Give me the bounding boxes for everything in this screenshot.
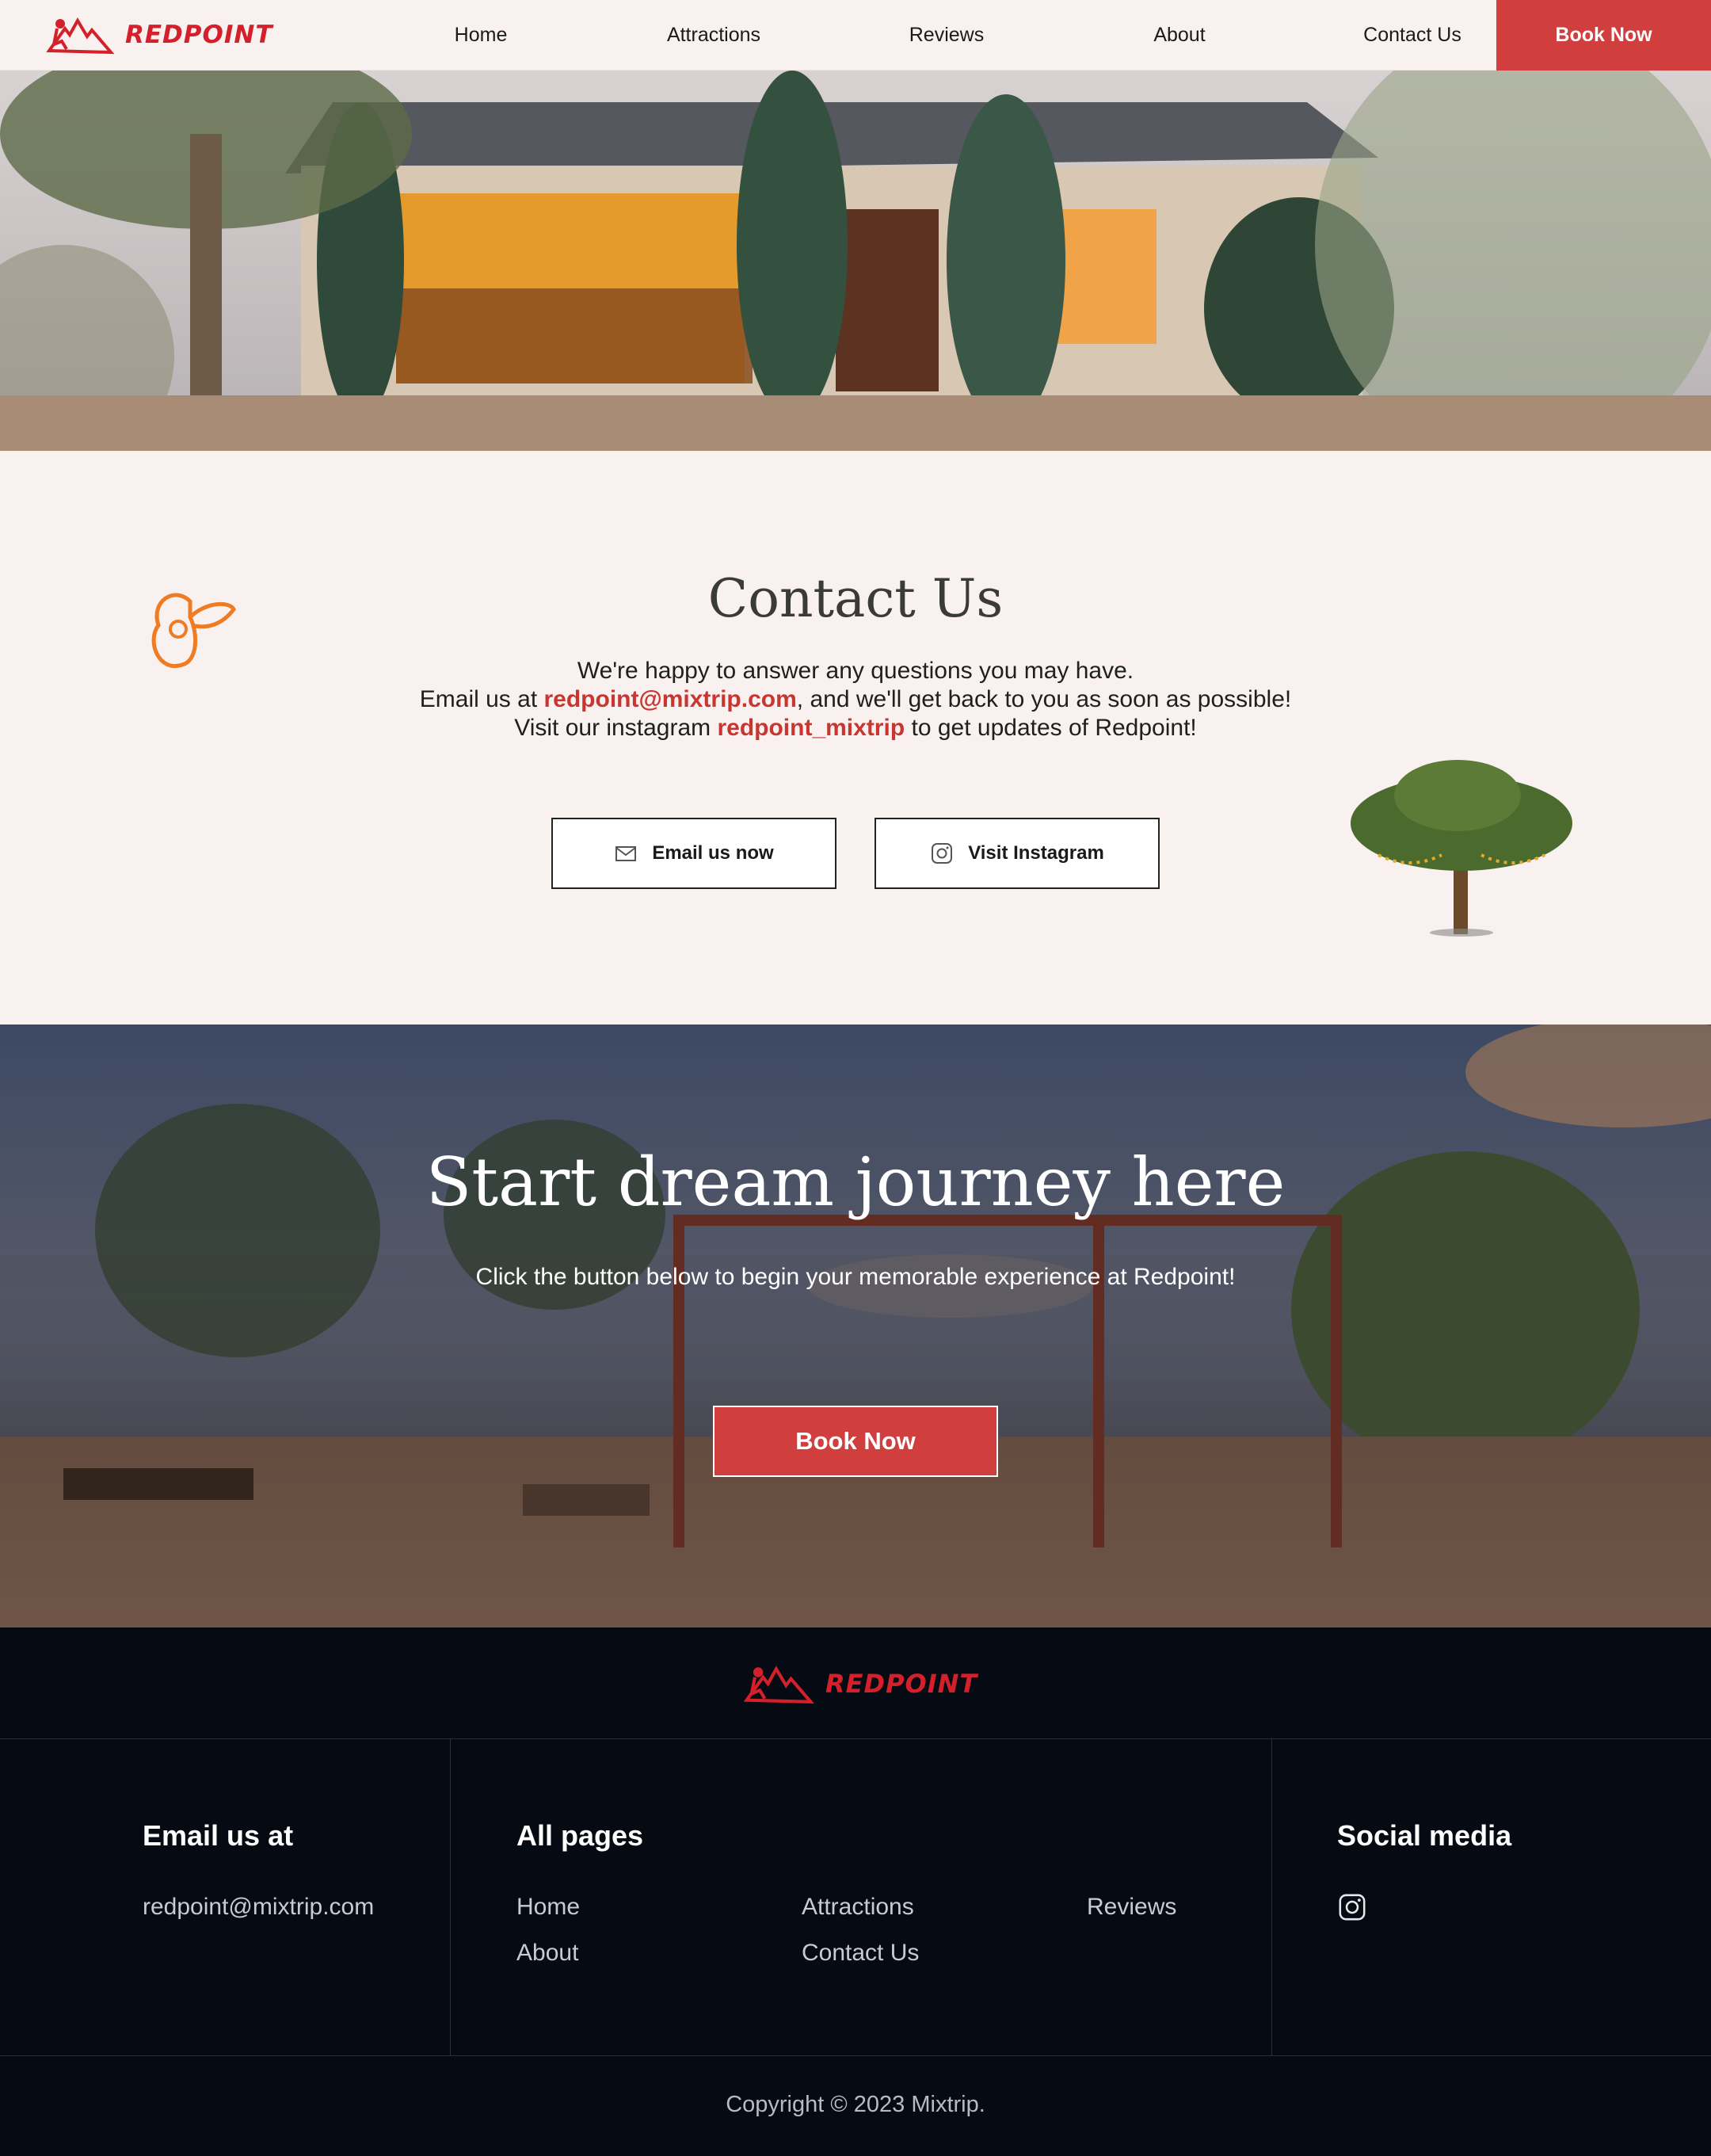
footer-divider-right — [1271, 1738, 1272, 2055]
nav-attractions[interactable]: Attractions — [597, 24, 830, 47]
book-now-button[interactable]: Book Now — [1496, 0, 1711, 71]
contact-description: We're happy to answer any questions you … — [0, 657, 1711, 742]
footer: REDPOINT Email us at redpoint@mixtrip.co… — [0, 1627, 1711, 2156]
footer-link-home[interactable]: Home — [516, 1894, 580, 1921]
contact-instagram-link[interactable]: redpoint_mixtrip — [717, 715, 905, 741]
brand-name: REDPOINT — [125, 21, 273, 49]
mail-icon — [615, 846, 637, 861]
contact-title: Contact Us — [707, 568, 1004, 629]
email-us-button-label: Email us now — [652, 842, 774, 864]
visit-instagram-button[interactable]: Visit Instagram — [875, 818, 1160, 889]
footer-divider-top — [0, 1738, 1711, 1739]
footer-logo[interactable]: REDPOINT — [743, 1661, 977, 1707]
house-photo — [0, 71, 1711, 451]
contact-line-3-suffix: to get updates of Redpoint! — [905, 715, 1197, 741]
email-us-button[interactable]: Email us now — [551, 818, 836, 889]
header-logo[interactable]: REDPOINT — [46, 13, 272, 57]
footer-divider-bottom — [0, 2055, 1711, 2056]
copyright: Copyright © 2023 Mixtrip. — [726, 2092, 985, 2117]
footer-pages-heading: All pages — [516, 1819, 644, 1852]
top-nav: REDPOINT Home Attractions Reviews About … — [0, 0, 1711, 71]
contact-line-2-suffix: , and we'll get back to you as soon as p… — [796, 686, 1292, 712]
nav-links: Home Attractions Reviews About Contact U… — [364, 0, 1529, 71]
contact-line-3-prefix: Visit our instagram — [514, 715, 718, 741]
contact-line-1: We're happy to answer any questions you … — [577, 658, 1134, 684]
cta-book-now-button[interactable]: Book Now — [713, 1406, 998, 1477]
nav-reviews[interactable]: Reviews — [830, 24, 1063, 47]
instagram-icon[interactable] — [1337, 1892, 1367, 1922]
contact-line-2-prefix: Email us at — [419, 686, 544, 712]
footer-divider-left — [450, 1738, 451, 2055]
footer-link-attractions[interactable]: Attractions — [802, 1894, 914, 1921]
footer-email-link[interactable]: redpoint@mixtrip.com — [143, 1894, 374, 1921]
cta-overlay — [0, 1025, 1711, 1627]
nav-home[interactable]: Home — [364, 24, 597, 47]
footer-email-heading: Email us at — [143, 1819, 294, 1852]
instagram-icon — [932, 843, 953, 864]
contact-line-3: Visit our instagram redpoint_mixtrip to … — [0, 714, 1711, 742]
cta-title: Start dream journey here — [425, 1143, 1286, 1221]
nav-contact-us[interactable]: Contact Us — [1296, 24, 1529, 47]
footer-link-about[interactable]: About — [516, 1940, 578, 1967]
footer-link-reviews[interactable]: Reviews — [1087, 1894, 1176, 1921]
footer-link-contact-us[interactable]: Contact Us — [802, 1940, 919, 1967]
redpoint-logo-icon — [46, 17, 114, 55]
footer-brand-name: REDPOINT — [825, 1669, 978, 1699]
cta-subtitle: Click the button below to begin your mem… — [475, 1264, 1236, 1290]
visit-instagram-button-label: Visit Instagram — [968, 842, 1104, 864]
redpoint-logo-icon — [743, 1666, 814, 1704]
nav-about[interactable]: About — [1063, 24, 1296, 47]
tree-icon — [1351, 760, 1572, 937]
hero-photo — [0, 71, 1711, 451]
contact-line-2: Email us at redpoint@mixtrip.com, and we… — [0, 685, 1711, 714]
footer-social-heading: Social media — [1337, 1819, 1512, 1852]
cta-section: Start dream journey here Click the butto… — [0, 1025, 1711, 1627]
contact-email-link[interactable]: redpoint@mixtrip.com — [544, 686, 797, 712]
contact-section: Contact Us We're happy to answer any que… — [0, 451, 1711, 1025]
